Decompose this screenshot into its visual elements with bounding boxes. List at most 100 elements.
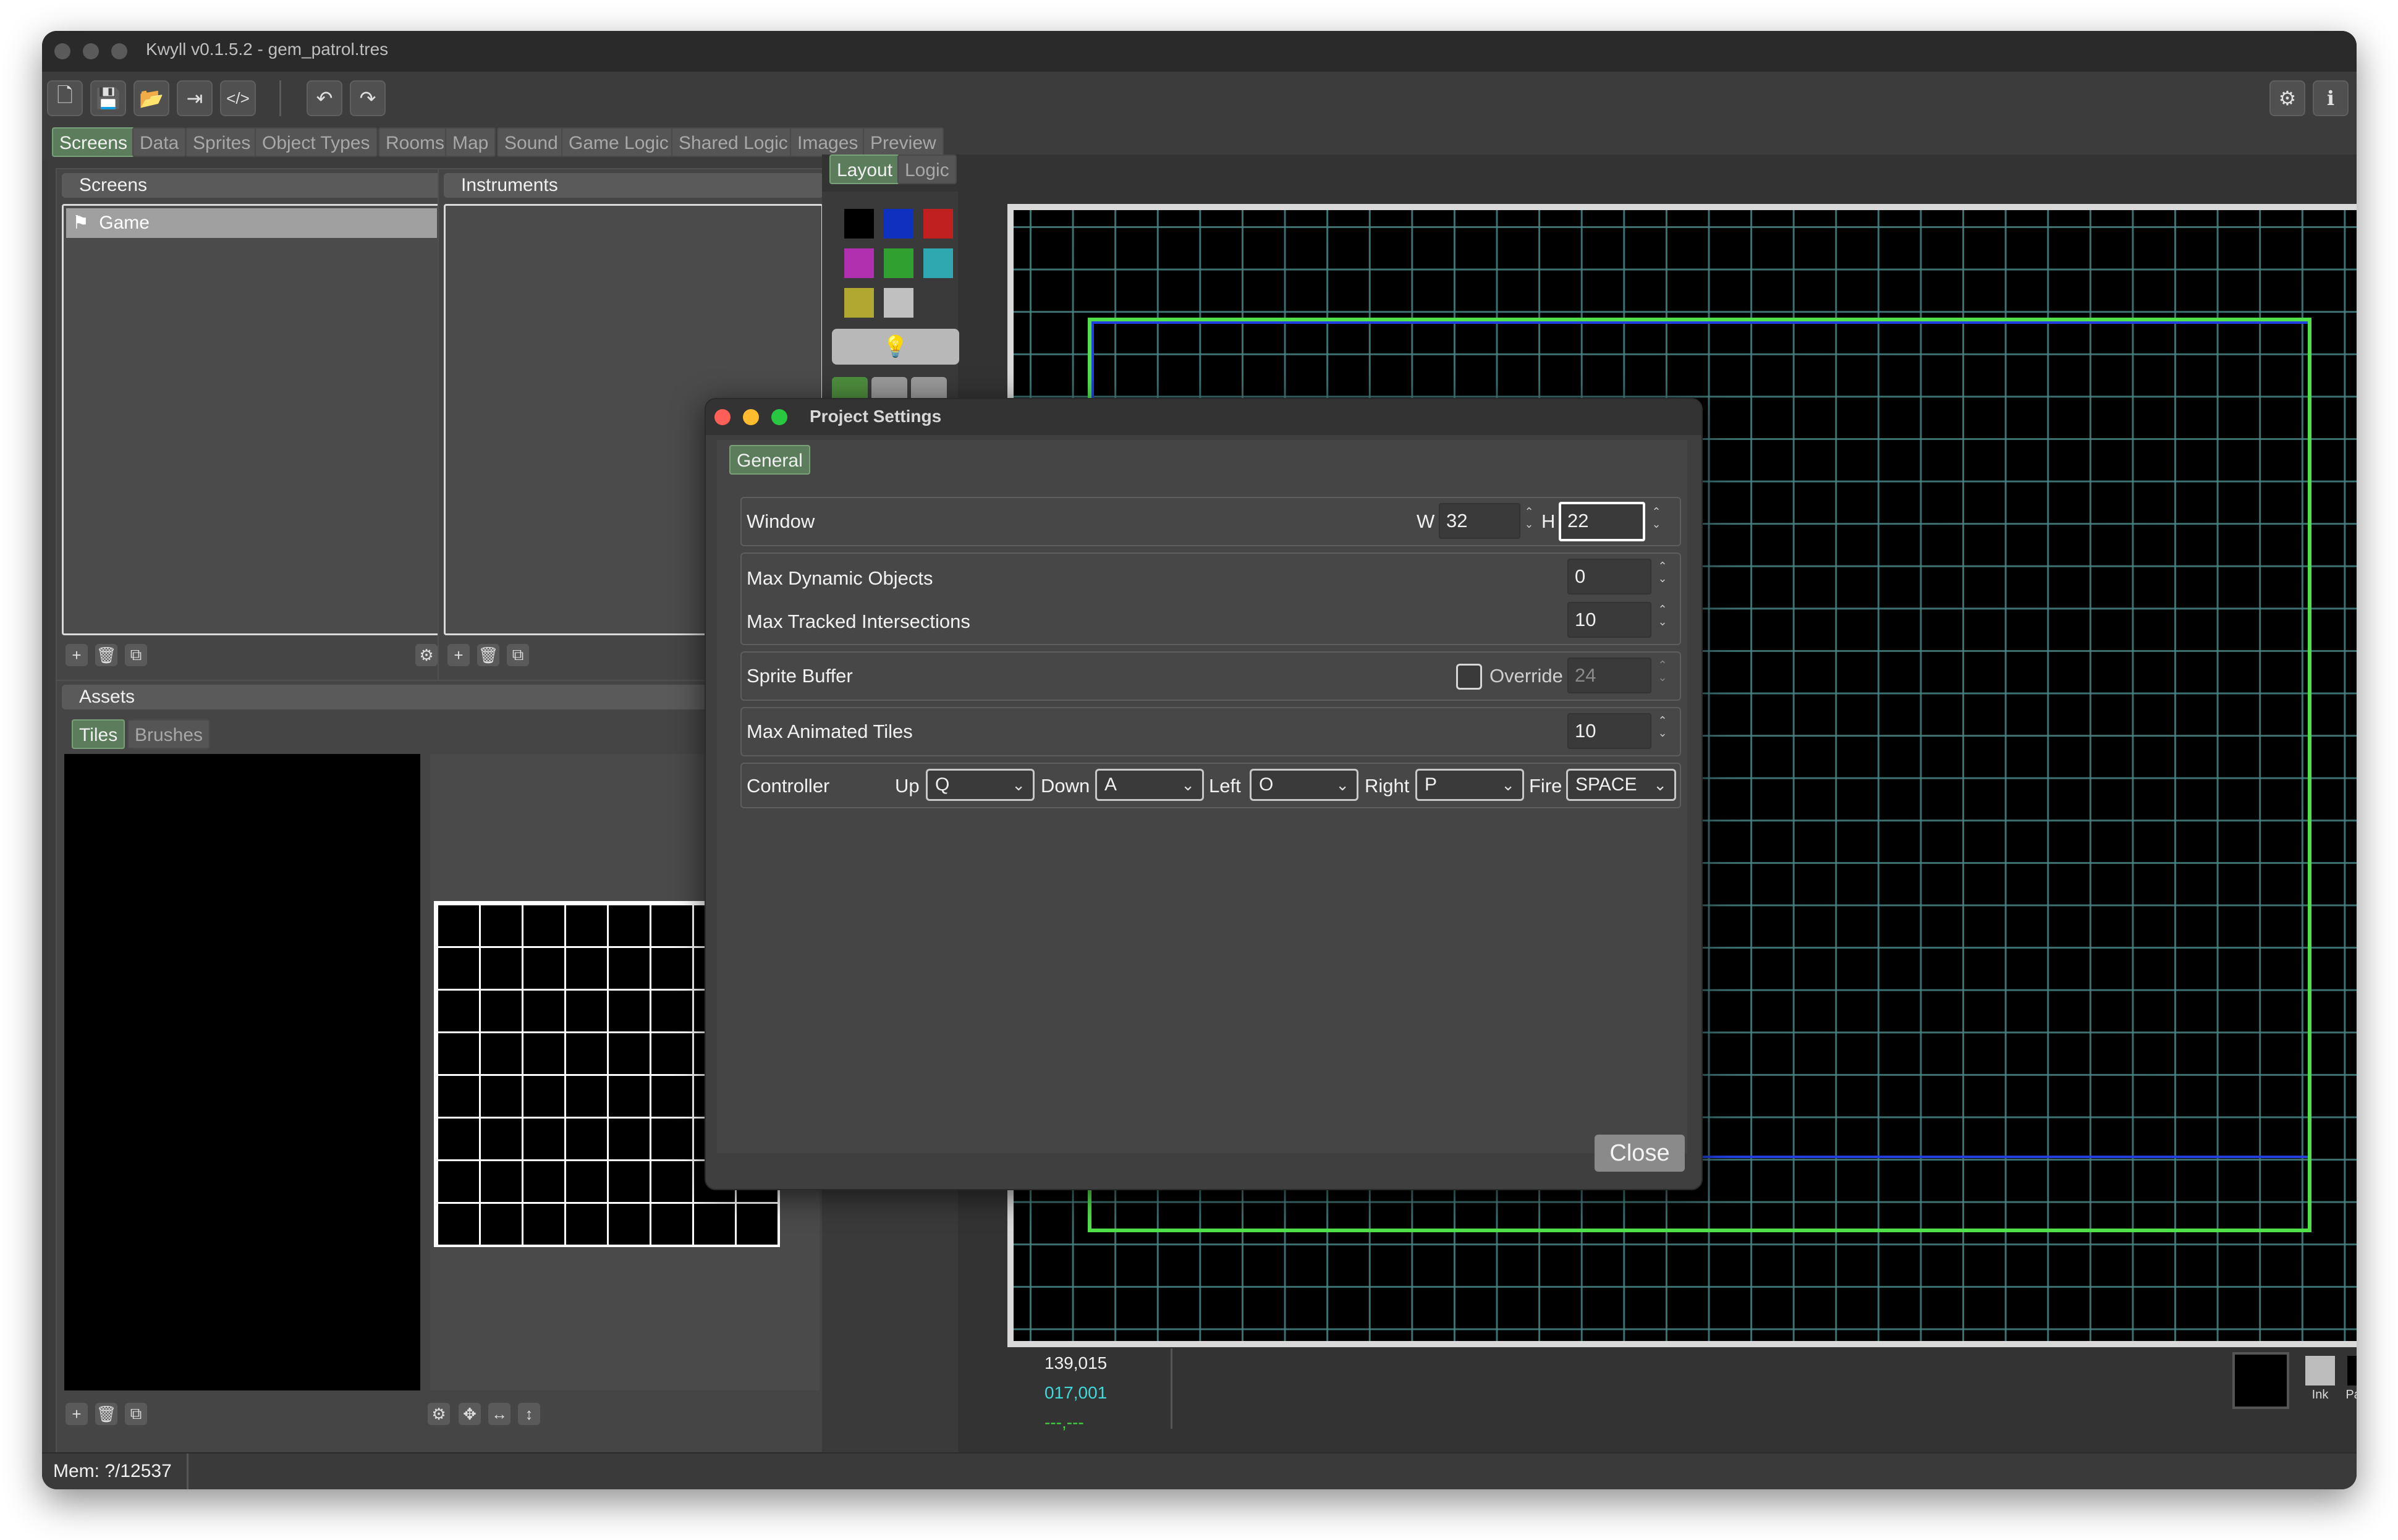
color-swatch-white[interactable] (884, 288, 913, 318)
height-label: H (1541, 510, 1556, 532)
window-height-input[interactable]: 22 (1559, 502, 1645, 541)
tab-game-logic[interactable]: Game Logic (561, 127, 676, 157)
right-label: Right (1365, 775, 1410, 797)
ink-swatch[interactable] (2305, 1356, 2335, 1386)
tab-sound[interactable]: Sound (497, 127, 566, 157)
add-tile-button[interactable]: + (66, 1403, 88, 1425)
tab-general[interactable]: General (729, 445, 810, 475)
up-key-select[interactable]: Q ⌄ (926, 769, 1035, 801)
save-button[interactable]: 💾 (90, 80, 126, 116)
info-button[interactable]: ℹ (2313, 80, 2349, 116)
fire-key-value: SPACE (1575, 774, 1637, 795)
color-swatch-blue[interactable] (884, 209, 913, 239)
right-key-select[interactable]: P ⌄ (1415, 769, 1524, 801)
title-bar: Kwyll v0.1.5.2 - gem_patrol.tres (42, 31, 2357, 72)
color-swatch-magenta[interactable] (844, 248, 874, 278)
tab-preview[interactable]: Preview (863, 127, 944, 157)
up-label: Up (895, 775, 920, 797)
tiles-preview[interactable] (64, 754, 420, 1390)
tab-map[interactable]: Map (445, 127, 496, 157)
new-file-icon: 🗋 (57, 84, 73, 106)
settings-button[interactable]: ⚙ (2269, 80, 2305, 116)
tab-logic[interactable]: Logic (897, 154, 957, 184)
max-tracked-stepper[interactable]: ⌃ ⌄ (1655, 603, 1670, 628)
code-button[interactable]: </> (220, 80, 256, 116)
tab-layout[interactable]: Layout (829, 154, 900, 184)
override-checkbox[interactable] (1456, 664, 1482, 690)
fire-key-select[interactable]: SPACE ⌄ (1566, 769, 1676, 801)
tab-object-types[interactable]: Object Types (255, 127, 378, 157)
flip-horizontal-icon: ↔ (491, 1404, 507, 1423)
delete-instrument-button[interactable]: 🗑 (477, 644, 499, 666)
tab-shared-logic[interactable]: Shared Logic (671, 127, 795, 157)
color-swatch-yellow[interactable] (844, 288, 874, 318)
color-swatch-cyan[interactable] (923, 248, 953, 278)
code-icon: </> (226, 88, 250, 108)
dialog-minimize-dot[interactable] (743, 409, 759, 425)
redo-button[interactable]: ↷ (350, 80, 386, 116)
plus-icon: + (454, 645, 464, 664)
max-animated-input[interactable]: 10 (1567, 713, 1651, 749)
tab-brushes[interactable]: Brushes (127, 719, 211, 749)
chevron-down-icon: ⌄ (1012, 776, 1025, 794)
paper-swatch[interactable] (2347, 1356, 2357, 1386)
delete-screen-button[interactable]: 🗑 (95, 644, 117, 666)
down-key-value: A (1104, 774, 1117, 795)
dialog-zoom-dot[interactable] (771, 409, 787, 425)
dialog-title-bar: Project Settings (706, 399, 1701, 435)
paper-label: Paper (2345, 1388, 2357, 1402)
color-swatch-green[interactable] (884, 248, 913, 278)
sprite-buffer-input[interactable]: 24 (1567, 658, 1651, 693)
color-swatch-black[interactable] (844, 209, 874, 239)
max-dynamic-input[interactable]: 0 (1567, 559, 1651, 594)
window-width-input[interactable]: 32 (1439, 503, 1520, 539)
flip-horizontal-button[interactable]: ↔ (488, 1403, 511, 1425)
ink-label: Ink (2311, 1388, 2329, 1402)
tab-screens[interactable]: Screens (52, 127, 135, 157)
width-stepper[interactable]: ⌃ ⌄ (1522, 506, 1536, 530)
delete-tile-button[interactable]: 🗑 (95, 1403, 117, 1425)
duplicate-instrument-button[interactable]: ⧉ (507, 644, 529, 666)
folder-icon: 📂 (139, 87, 164, 109)
chevron-down-icon: ⌄ (1501, 776, 1515, 794)
right-key-value: P (1425, 774, 1438, 795)
export-button[interactable]: ⇥ (177, 80, 213, 116)
tile-settings-button[interactable]: ⚙ (428, 1403, 450, 1425)
tab-sprites[interactable]: Sprites (185, 127, 258, 157)
undo-button[interactable]: ↶ (307, 80, 342, 116)
max-dynamic-stepper[interactable]: ⌃ ⌄ (1655, 560, 1670, 585)
coords-line-2: 017,001 (1044, 1383, 1108, 1402)
tab-rooms[interactable]: Rooms (378, 127, 452, 157)
max-tracked-input[interactable]: 10 (1567, 602, 1651, 638)
list-item[interactable]: ⚑ Game (66, 208, 437, 238)
tab-tiles[interactable]: Tiles (72, 719, 125, 749)
open-button[interactable]: 📂 (133, 80, 169, 116)
zoom-window-button[interactable] (111, 43, 127, 59)
memory-status: Mem: ?/12537 (53, 1461, 172, 1481)
duplicate-icon: ⧉ (512, 645, 524, 664)
close-window-button[interactable] (54, 43, 70, 59)
sprite-buffer-stepper[interactable]: ⌃ ⌄ (1655, 659, 1670, 683)
tab-data[interactable]: Data (132, 127, 187, 157)
tab-images[interactable]: Images (790, 127, 866, 157)
flag-icon: ⚑ (72, 213, 89, 233)
dialog-close-dot[interactable] (714, 409, 731, 425)
add-instrument-button[interactable]: + (447, 644, 470, 666)
new-file-button[interactable]: 🗋 (47, 80, 83, 116)
height-stepper[interactable]: ⌃ ⌄ (1649, 506, 1664, 530)
close-button[interactable]: Close (1595, 1135, 1685, 1172)
duplicate-screen-button[interactable]: ⧉ (125, 644, 147, 666)
screen-settings-button[interactable]: ⚙ (415, 644, 438, 666)
duplicate-tile-button[interactable]: ⧉ (125, 1403, 147, 1425)
bright-toggle-button[interactable]: 💡 (832, 329, 959, 365)
project-settings-dialog: Project Settings General Window W 32 ⌃ ⌄ … (705, 398, 1703, 1190)
move-tool-button[interactable]: ✥ (459, 1403, 481, 1425)
left-key-select[interactable]: O ⌄ (1250, 769, 1358, 801)
down-key-select[interactable]: A ⌄ (1095, 769, 1204, 801)
flip-vertical-button[interactable]: ↕ (518, 1403, 540, 1425)
max-animated-stepper[interactable]: ⌃ ⌄ (1655, 714, 1670, 739)
minimize-window-button[interactable] (83, 43, 99, 59)
add-screen-button[interactable]: + (66, 644, 88, 666)
color-swatch-red[interactable] (923, 209, 953, 239)
undo-icon: ↶ (316, 87, 333, 109)
